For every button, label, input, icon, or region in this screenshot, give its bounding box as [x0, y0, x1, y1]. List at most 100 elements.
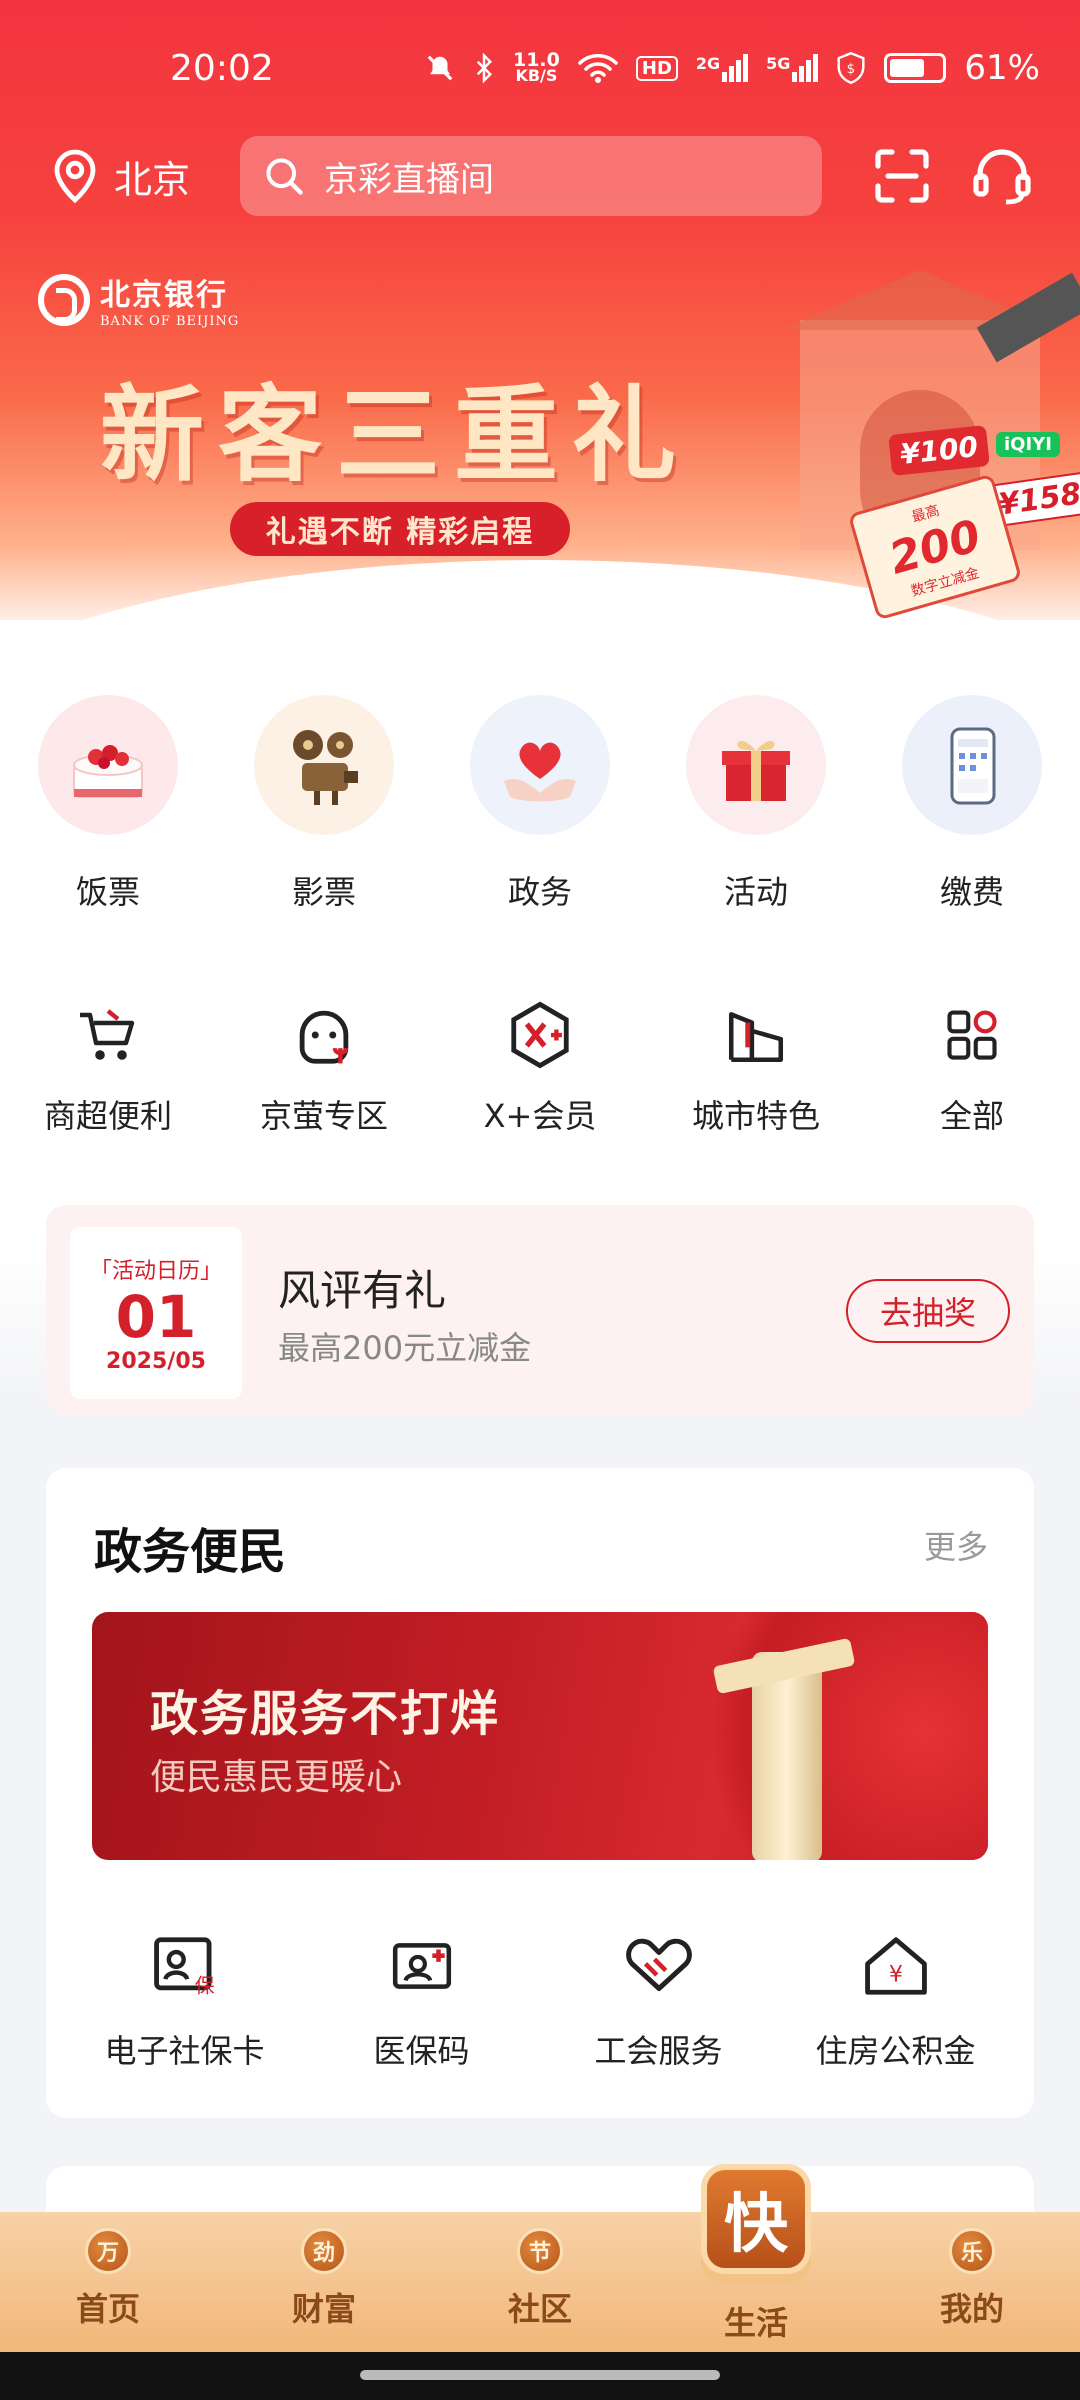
service-label: 活动 — [723, 873, 788, 911]
quick-service-label: 京萤专区 — [259, 1097, 388, 1135]
bank-logo-mark — [38, 273, 90, 326]
gov-medical-insurance[interactable]: 医保码 — [310, 1928, 534, 2072]
search-icon — [266, 158, 303, 195]
tab-0[interactable]: 万首页 — [0, 2212, 216, 2352]
net-speed: 11.0 KB/S — [512, 49, 560, 85]
active-tab-badge-icon: 快 — [701, 2164, 811, 2274]
quick-x-plus-hexagon[interactable]: X+会员 — [432, 995, 648, 1137]
quick-mascot-face[interactable]: 京萤专区 — [216, 995, 432, 1137]
section-title: 政务便民 — [94, 1524, 287, 1580]
activity-subtitle: 最高200元立减金 — [278, 1329, 532, 1367]
system-nav-bar — [0, 2352, 1080, 2400]
hd-badge: HD — [635, 55, 678, 81]
customer-service-icon[interactable] — [970, 146, 1034, 206]
service-gift-box[interactable]: 活动 — [648, 695, 864, 913]
search-placeholder: 京彩直播间 — [324, 159, 494, 200]
heart-hands-icon — [470, 695, 610, 835]
gov-service-label: 医保码 — [373, 2032, 470, 2070]
service-label: 影票 — [291, 873, 356, 911]
mute-icon — [427, 55, 453, 81]
gov-service-label: 电子社保卡 — [104, 2032, 265, 2070]
more-link[interactable]: 更多 — [924, 1522, 988, 1568]
activity-card[interactable]: 「活动日历」 01 2025/05 风评有礼 最高200元立减金 去抽奖 — [46, 1205, 1034, 1415]
battery-icon — [884, 53, 947, 83]
city-building-icon — [716, 995, 796, 1075]
gov-service-label: 工会服务 — [594, 2032, 723, 2070]
battery-percent: 61% — [964, 48, 1040, 88]
tab-2[interactable]: 节社区 — [432, 2212, 648, 2352]
gift-box-icon — [686, 695, 826, 835]
quick-cart[interactable]: 商超便利 — [0, 995, 216, 1137]
lottery-button[interactable]: 去抽奖 — [846, 1279, 1010, 1343]
government-banner[interactable]: 政务服务不打烊 便民惠民更暖心 — [92, 1612, 988, 1860]
film-projector-icon — [254, 695, 394, 835]
government-service-list: 保电子社保卡 医保码 工会服务 ¥ 住房公积金 — [46, 1928, 1034, 2072]
bank-name-en: BANK OF BEIJING — [100, 314, 240, 329]
gov-service-label: 住房公积金 — [815, 2032, 976, 2070]
tab-label: 财富 — [291, 2290, 356, 2328]
social-security-card-icon: 保 — [147, 1928, 223, 2004]
tab-badge-icon: 节 — [517, 2228, 563, 2274]
x-plus-hexagon-icon — [500, 995, 580, 1075]
activity-calendar: 「活动日历」 01 2025/05 — [70, 1227, 242, 1399]
tab-3[interactable]: 快生活 — [648, 2164, 864, 2352]
service-label: 饭票 — [75, 873, 140, 911]
search-bar[interactable]: 京彩直播间 — [240, 136, 822, 216]
status-time: 20:02 — [170, 48, 274, 89]
quick-services: 商超便利 京萤专区 X+会员 城市特色 全部 — [0, 995, 1080, 1137]
gov-union-handshake[interactable]: 工会服务 — [547, 1928, 771, 2072]
government-banner-title: 政务服务不打烊 — [150, 1686, 501, 1742]
gov-social-security-card[interactable]: 保电子社保卡 — [73, 1928, 297, 2072]
bank-name-cn: 北京银行 — [100, 278, 228, 313]
status-icons: 11.0 KB/S HD 2G 5G $ 61% — [425, 48, 1040, 88]
tab-badge-icon: 万 — [85, 2228, 131, 2274]
government-services-card: 政务便民 更多 政务服务不打烊 便民惠民更暖心 保电子社保卡 医保码 工会服务 ¥ 住房… — [46, 1468, 1034, 2118]
housing-fund-icon: ¥ — [858, 1928, 934, 2004]
featured-services: 饭票 影票 政务 活动 缴费 — [0, 695, 1080, 935]
bottom-tab-bar: 万首页劲财富节社区快生活乐我的 — [0, 2164, 1080, 2352]
quick-service-label: 城市特色 — [691, 1097, 820, 1135]
grid-all-icon — [932, 995, 1012, 1075]
promo-banner[interactable]: 北京银行 BANK OF BEIJING 新客三重礼 礼遇不断 精彩启程 ¥10… — [0, 250, 1080, 621]
service-label: 政务 — [507, 873, 572, 911]
scan-icon[interactable] — [872, 146, 932, 206]
service-phone-app[interactable]: 缴费 — [864, 695, 1080, 913]
iqiyi-tag: iQIYI — [996, 432, 1060, 457]
bluetooth-icon — [476, 53, 493, 83]
mascot-face-icon — [284, 995, 364, 1075]
location-selector[interactable]: 北京 — [50, 148, 190, 204]
promo-art: ¥100 iQIYI ¥158 最高 200 数字立减金 — [760, 260, 1080, 621]
cart-icon — [68, 995, 148, 1075]
svg-text:$: $ — [847, 61, 856, 77]
calendar-day: 01 — [115, 1282, 197, 1351]
huabiao-pillar-illustration — [752, 1652, 822, 1860]
shield-pay-icon: $ — [837, 52, 865, 84]
service-heart-hands[interactable]: 政务 — [432, 695, 648, 913]
service-label: 缴费 — [939, 873, 1004, 911]
home-indicator[interactable] — [360, 2370, 720, 2380]
tab-1[interactable]: 劲财富 — [216, 2212, 432, 2352]
wifi-icon — [578, 54, 618, 83]
government-banner-subtitle: 便民惠民更暖心 — [150, 1757, 403, 1798]
quick-service-label: 商超便利 — [43, 1097, 172, 1135]
location-name: 北京 — [114, 157, 191, 202]
tab-badge-icon: 乐 — [949, 2228, 995, 2274]
tab-label: 我的 — [939, 2290, 1004, 2328]
service-film-projector[interactable]: 影票 — [216, 695, 432, 913]
status-bar: 20:02 11.0 KB/S HD 2G 5G $ 61% — [0, 0, 1080, 140]
quick-city-building[interactable]: 城市特色 — [648, 995, 864, 1137]
service-cake[interactable]: 饭票 — [0, 695, 216, 913]
location-pin-icon — [54, 149, 96, 204]
svg-text:保: 保 — [194, 1974, 214, 1997]
tab-badge-icon: 劲 — [301, 2228, 347, 2274]
gov-housing-fund[interactable]: ¥ 住房公积金 — [784, 1928, 1008, 2072]
quick-service-label: X+会员 — [483, 1097, 597, 1135]
quick-grid-all[interactable]: 全部 — [864, 995, 1080, 1137]
quick-service-label: 全部 — [939, 1097, 1004, 1135]
medical-insurance-icon — [384, 1928, 460, 2004]
top-nav: 北京 京彩直播间 — [0, 130, 1080, 220]
tab-4[interactable]: 乐我的 — [864, 2212, 1080, 2352]
signal-5g: 5G — [766, 54, 819, 82]
svg-text:¥: ¥ — [889, 1962, 903, 1987]
calendar-label: 「活动日历」 — [89, 1258, 222, 1284]
